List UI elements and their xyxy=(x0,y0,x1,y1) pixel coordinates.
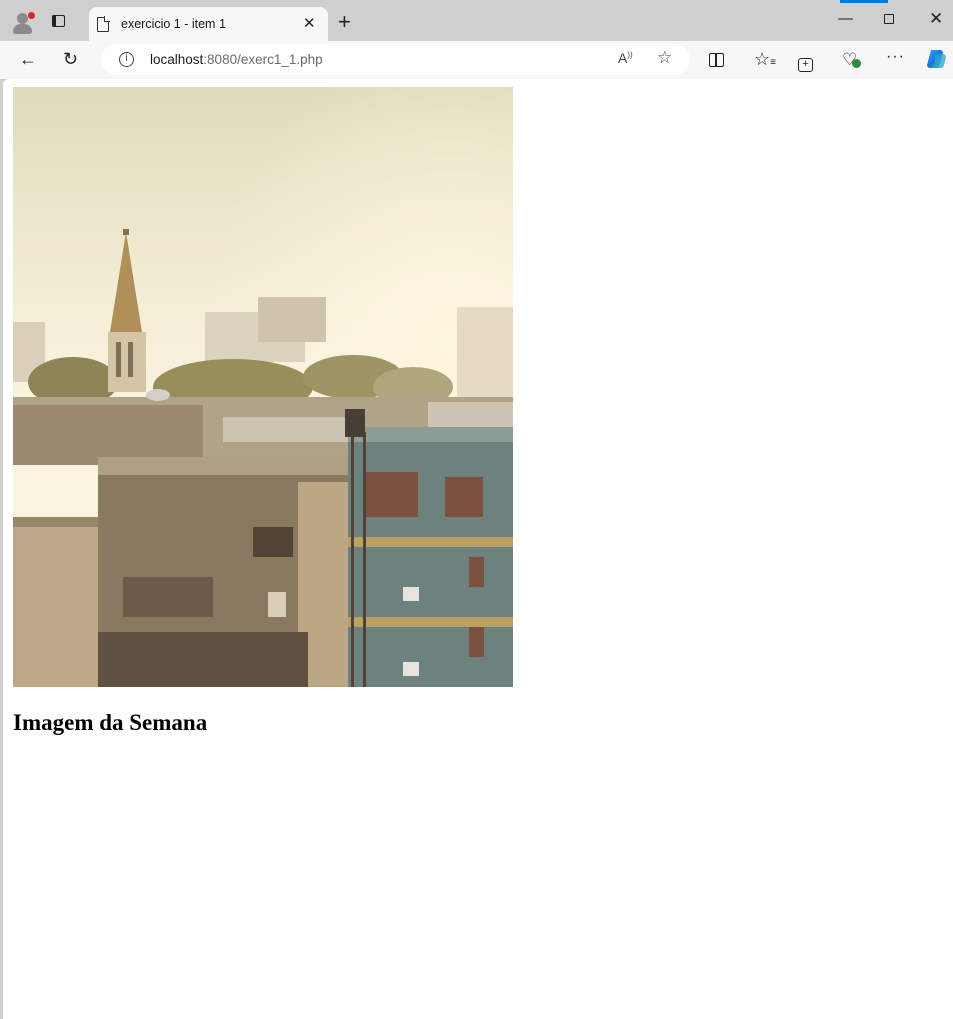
tab-actions-icon[interactable] xyxy=(50,13,68,29)
close-tab-icon[interactable]: ✕ xyxy=(303,14,316,32)
split-screen-box xyxy=(709,53,724,67)
tab-strip: exercicio 1 - item 1 ✕ + — ✕ xyxy=(0,0,953,41)
tab-actions-bar xyxy=(52,15,56,27)
navigation-toolbar: ← ↻ i localhost:8080/exerc1_1.php A)) ☆ … xyxy=(0,0,953,79)
avatar-body xyxy=(13,24,32,34)
refresh-icon[interactable]: ↻ xyxy=(63,49,78,69)
tab-title: exercicio 1 - item 1 xyxy=(121,17,226,31)
profile-avatar[interactable] xyxy=(10,10,36,36)
add-favorite-star-icon[interactable]: ☆ xyxy=(657,48,672,68)
week-image xyxy=(13,87,513,687)
page-viewport: Imagem da Semana xyxy=(3,79,953,1019)
split-screen-icon[interactable] xyxy=(709,49,724,69)
essentials-check-badge xyxy=(852,59,861,68)
maximize-box xyxy=(884,14,894,24)
url-rest: :8080/exerc1_1.php xyxy=(203,52,323,67)
favorites-icon[interactable]: ☆≡ xyxy=(754,49,776,73)
favorites-lines: ≡ xyxy=(770,57,776,68)
url-text[interactable]: localhost:8080/exerc1_1.php xyxy=(150,52,323,67)
browser-essentials-icon[interactable]: ♡ xyxy=(842,49,861,70)
new-tab-icon[interactable]: + xyxy=(338,9,351,35)
page-icon xyxy=(97,16,110,32)
copilot-icon[interactable] xyxy=(925,47,949,75)
split-screen-divider xyxy=(715,53,717,66)
download-progress-strip xyxy=(840,0,888,3)
read-aloud-label: A xyxy=(618,50,628,66)
collections-box: + xyxy=(798,58,813,72)
collections-icon[interactable]: + xyxy=(798,49,813,72)
notification-dot xyxy=(28,12,35,19)
close-window-icon[interactable]: ✕ xyxy=(929,9,943,29)
address-bar[interactable]: i localhost:8080/exerc1_1.php A)) ☆ xyxy=(101,44,690,75)
more-options-icon[interactable]: ··· xyxy=(886,47,905,67)
info-icon[interactable]: i xyxy=(119,52,134,67)
page-heading: Imagem da Semana xyxy=(13,710,208,735)
back-arrow-icon[interactable]: ← xyxy=(19,49,37,69)
read-aloud-icon[interactable]: A)) xyxy=(618,50,633,66)
minimize-icon[interactable]: — xyxy=(838,10,853,27)
url-host: localhost xyxy=(150,52,204,67)
copilot-logo xyxy=(927,50,946,68)
tab-active[interactable]: exercicio 1 - item 1 ✕ xyxy=(89,7,328,41)
maximize-icon[interactable] xyxy=(884,11,894,28)
browser-window: exercicio 1 - item 1 ✕ + — ✕ ← ↻ i local… xyxy=(0,0,953,1019)
city-photo xyxy=(13,87,513,687)
avatar-head xyxy=(17,13,28,24)
read-aloud-waves: )) xyxy=(627,50,633,60)
